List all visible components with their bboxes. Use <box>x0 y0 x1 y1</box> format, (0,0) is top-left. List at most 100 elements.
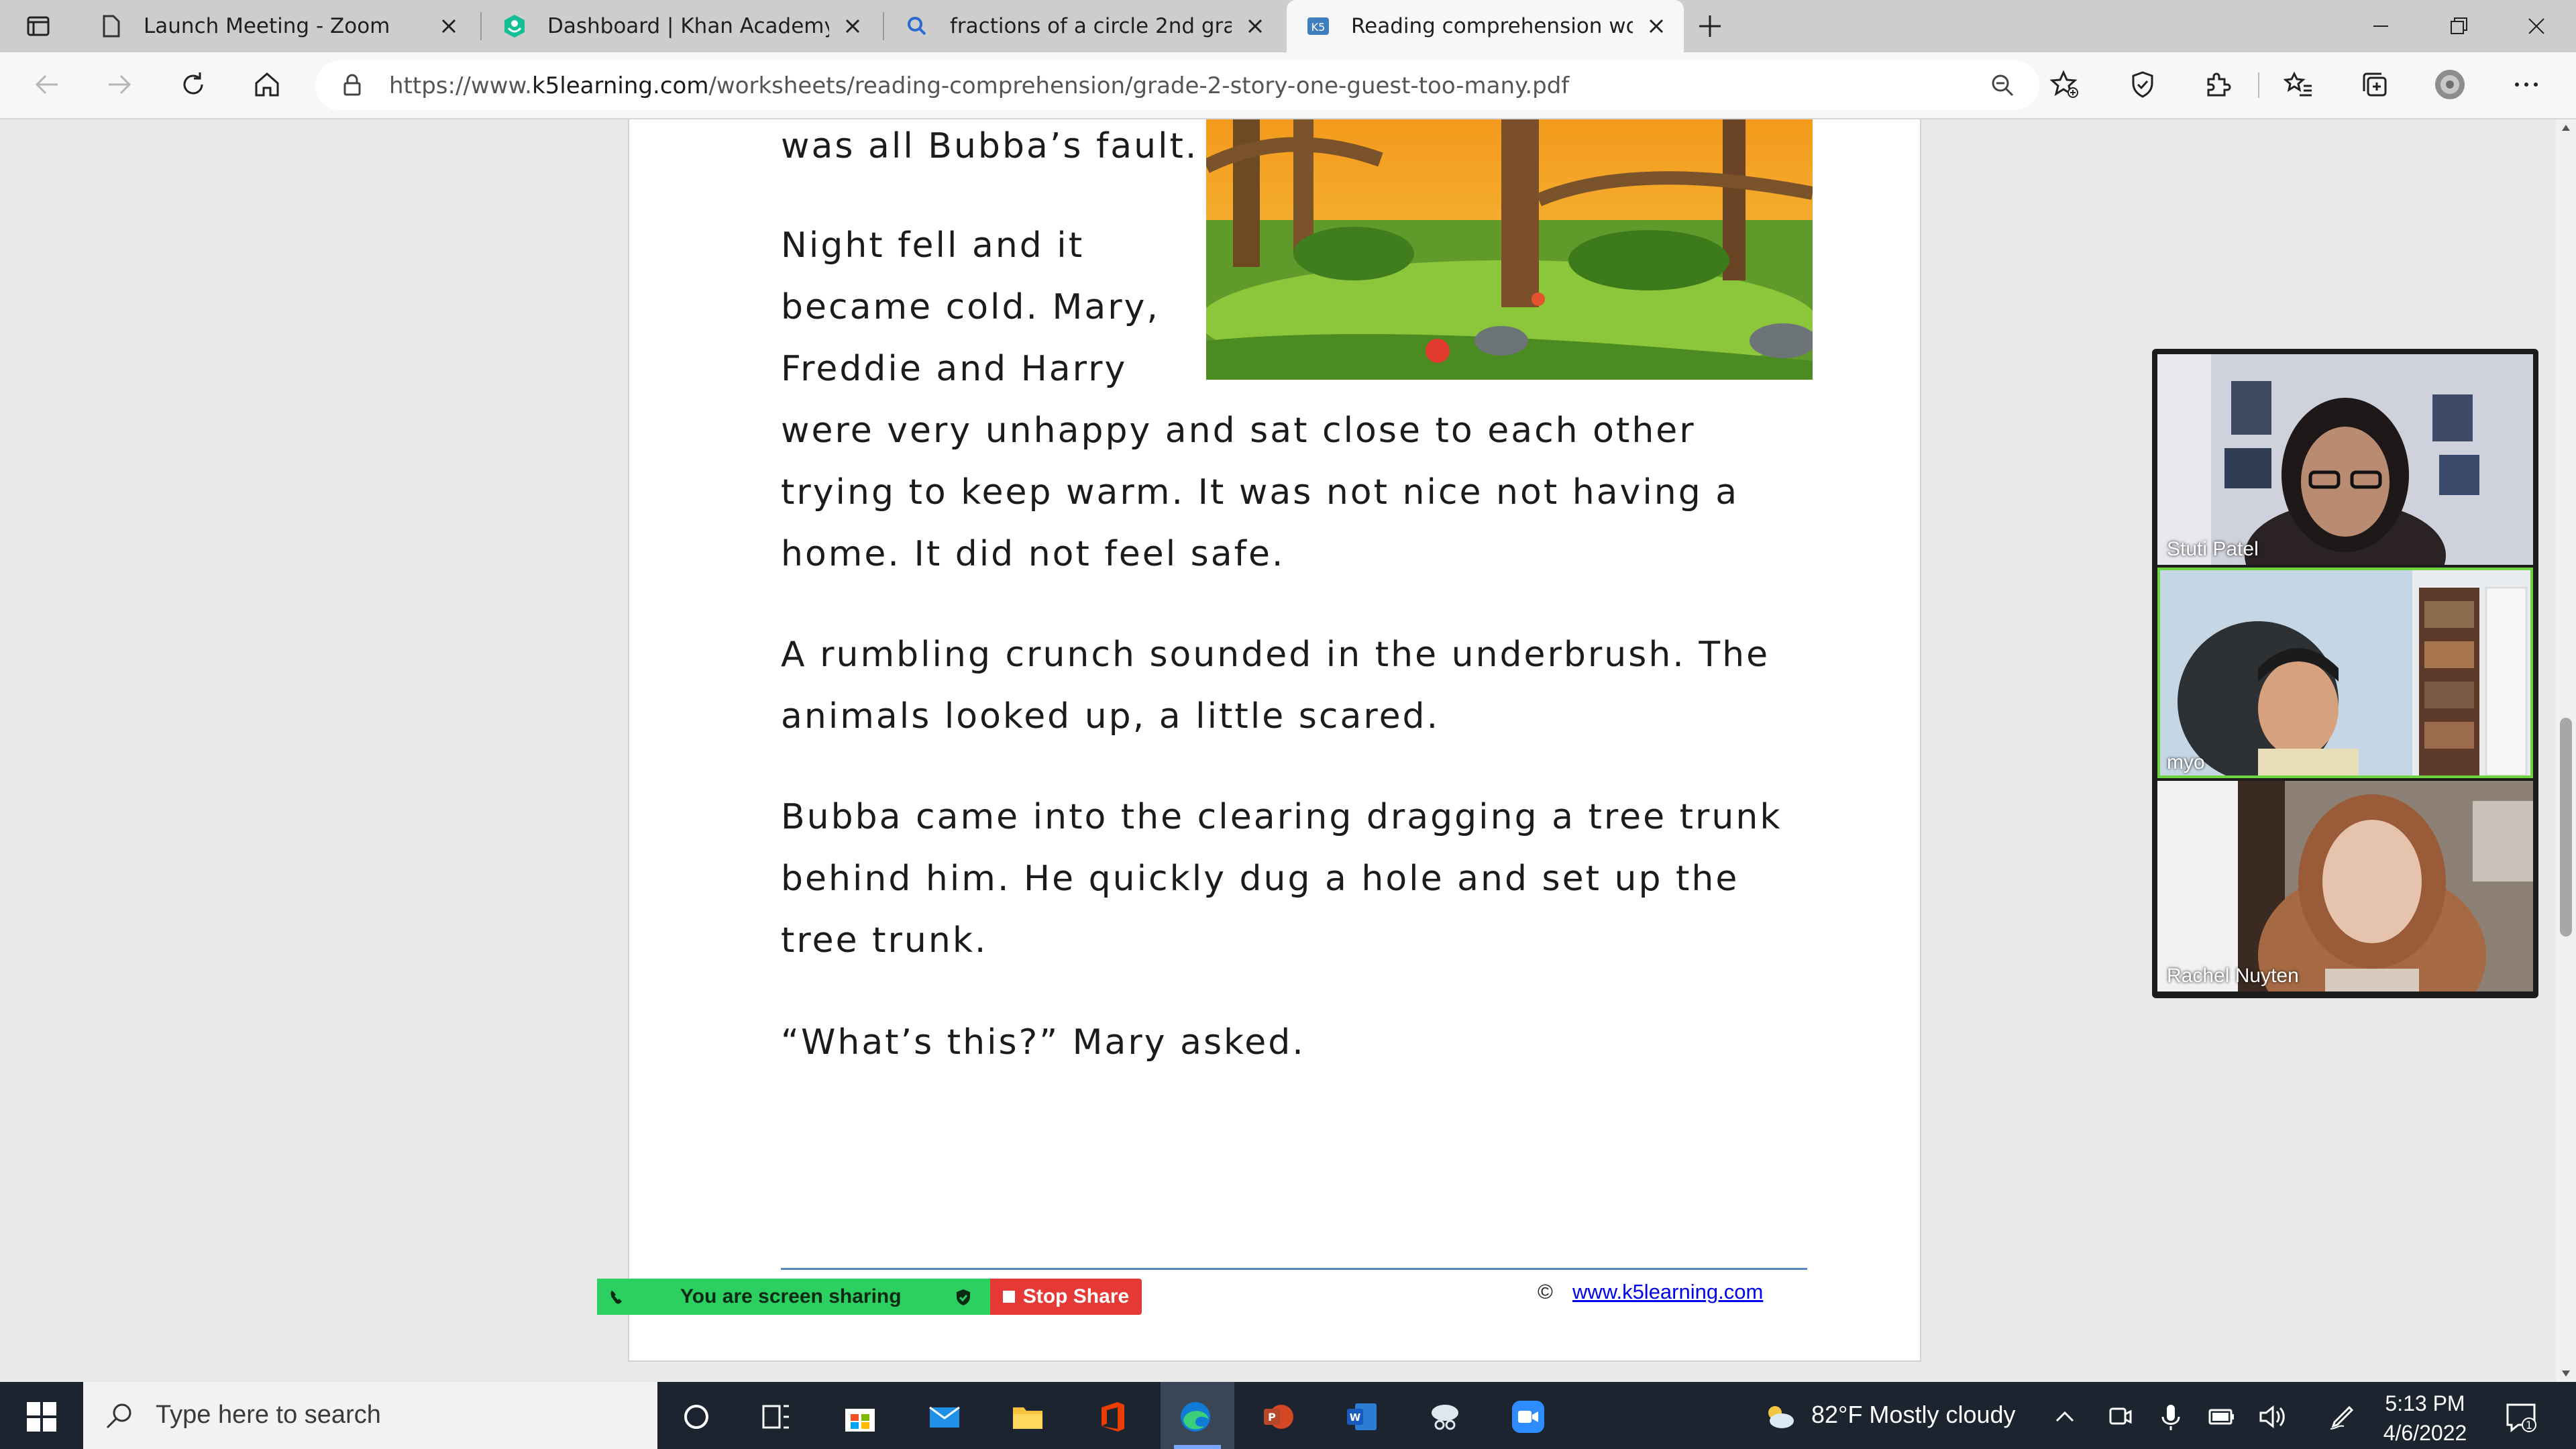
story-paragraph-1: Night fell and it became cold. Mary, Fre… <box>781 215 1739 585</box>
khan-academy-icon <box>504 15 525 38</box>
participant-name: Rachel Nuyten <box>2167 965 2299 987</box>
tab-title: Dashboard | Khan Academy <box>547 14 829 38</box>
copyright-symbol: © <box>1538 1280 1553 1303</box>
story-paragraph-4: “What’s this?” Mary asked. <box>781 1012 1305 1073</box>
screen-sharing-status[interactable]: You are screen sharing <box>597 1279 990 1315</box>
taskbar-search-box[interactable]: Type here to search <box>83 1382 657 1449</box>
video-tile-stuti-patel[interactable]: Stuti Patel <box>2157 354 2533 565</box>
participant-video <box>2157 354 2533 565</box>
url-prefix: https://www. <box>389 72 532 99</box>
weather-text[interactable]: 82°F Mostly cloudy <box>1811 1401 2016 1429</box>
security-shield-icon <box>957 1289 970 1305</box>
tab-reading-comprehension[interactable]: K5 Reading comprehension workshe <box>1287 0 1684 52</box>
story-line: behind him. He quickly dug a hole and se… <box>781 859 1739 899</box>
extensions-icon[interactable] <box>2202 68 2234 101</box>
address-bar[interactable]: https://www.k5learning.com/worksheets/re… <box>315 60 2039 110</box>
favorites-icon[interactable] <box>2284 68 2316 101</box>
story-line: were very unhappy and sat close to each … <box>781 411 1696 451</box>
close-icon[interactable] <box>1644 13 1669 39</box>
add-favorite-icon[interactable] <box>2049 68 2081 101</box>
scroll-up-icon[interactable] <box>2561 123 2571 131</box>
browser-toolbar: https://www.k5learning.com/worksheets/re… <box>0 52 2576 119</box>
microsoft-store-icon[interactable] <box>843 1399 877 1434</box>
volume-icon[interactable] <box>2255 1399 2290 1434</box>
search-placeholder: Type here to search <box>156 1401 381 1429</box>
tab-khan-academy[interactable]: Dashboard | Khan Academy <box>483 0 880 52</box>
pen-workspace-icon[interactable] <box>2325 1399 2360 1434</box>
mail-icon[interactable] <box>927 1399 962 1434</box>
home-icon[interactable] <box>251 68 283 101</box>
snipping-tool-icon[interactable] <box>1428 1399 1462 1434</box>
zoom-out-icon[interactable] <box>1988 71 2017 99</box>
chevron-up-icon[interactable] <box>2047 1399 2082 1434</box>
tab-separator <box>480 12 482 40</box>
pdf-viewport: was all Bubba’s fault. Night fell and it… <box>0 119 2576 1382</box>
zoom-video-gallery[interactable]: Stuti Patel myo Rachel Nuyten <box>2152 349 2538 998</box>
restore-icon[interactable] <box>2446 13 2471 39</box>
story-line: Night fell and it <box>781 225 1085 266</box>
zoom-app-icon[interactable] <box>1511 1399 1546 1434</box>
word-icon[interactable]: W <box>1344 1399 1379 1434</box>
camera-privacy-icon[interactable] <box>2102 1399 2137 1434</box>
file-explorer-icon[interactable] <box>1010 1399 1045 1434</box>
minimize-icon[interactable] <box>2368 13 2394 39</box>
powerpoint-icon[interactable]: P <box>1261 1399 1296 1434</box>
video-tile-myo[interactable]: myo <box>2157 568 2533 778</box>
close-icon[interactable] <box>436 13 462 39</box>
zoom-share-toolbar: You are screen sharing Stop Share <box>597 1279 1142 1315</box>
close-icon[interactable] <box>1242 13 1268 39</box>
story-paragraph-2: A rumbling crunch sounded in the underbr… <box>781 624 1770 747</box>
windows-taskbar: Type here to search P W 82°F Mostly clou… <box>0 1382 2576 1449</box>
story-line: Bubba came into the clearing dragging a … <box>781 797 1782 837</box>
notification-icon[interactable]: 1 <box>2504 1399 2538 1434</box>
scroll-thumb[interactable] <box>2560 718 2572 936</box>
drag-handle-icon[interactable] <box>608 1288 625 1305</box>
video-tile-rachel-nuyten[interactable]: Rachel Nuyten <box>2157 781 2533 991</box>
story-line: trying to keep warm. It was not nice not… <box>781 472 1739 513</box>
system-clock[interactable]: 5:13 PM 4/6/2022 <box>2375 1389 2475 1448</box>
story-text-top: was all Bubba’s fault. <box>781 115 1198 177</box>
search-icon <box>908 17 926 36</box>
tab-fractions-search[interactable]: fractions of a circle 2nd grade m <box>885 0 1283 52</box>
forward-icon[interactable] <box>103 68 136 101</box>
collections-icon[interactable] <box>2359 68 2391 101</box>
more-icon[interactable] <box>2510 68 2542 101</box>
story-line: animals looked up, a little scared. <box>781 696 1440 737</box>
close-window-icon[interactable] <box>2524 13 2549 39</box>
story-line: was all Bubba’s fault. <box>781 126 1199 166</box>
microphone-icon[interactable] <box>2153 1399 2188 1434</box>
task-view-icon[interactable] <box>759 1399 794 1434</box>
vertical-scrollbar[interactable] <box>2556 119 2576 1382</box>
story-line: became cold. Mary, <box>781 287 1160 327</box>
story-line: tree trunk. <box>781 920 988 961</box>
svg-text:K5: K5 <box>1311 21 1326 34</box>
search-icon <box>106 1403 131 1429</box>
scroll-down-icon[interactable] <box>2561 1370 2571 1378</box>
url-domain: k5learning.com <box>531 72 709 99</box>
office-icon[interactable] <box>1095 1399 1130 1434</box>
notification-count: 1 <box>2526 1419 2532 1432</box>
tab-actions-icon[interactable] <box>25 13 51 39</box>
edge-browser-icon[interactable] <box>1178 1399 1213 1434</box>
svg-text:P: P <box>1268 1411 1276 1424</box>
tab-title: Reading comprehension workshe <box>1351 14 1633 38</box>
refresh-icon[interactable] <box>177 68 209 101</box>
footer-divider <box>781 1268 1807 1270</box>
participant-name: myo <box>2167 751 2205 773</box>
profile-avatar-icon[interactable] <box>2434 68 2466 101</box>
cortana-icon[interactable] <box>679 1399 714 1434</box>
back-icon[interactable] <box>31 68 63 101</box>
lock-icon[interactable] <box>339 72 365 98</box>
stop-share-button[interactable]: Stop Share <box>990 1279 1142 1315</box>
story-line: “What’s this?” Mary asked. <box>781 1022 1305 1063</box>
tab-launch-meeting-zoom[interactable]: Launch Meeting - Zoom <box>79 0 476 52</box>
battery-icon[interactable] <box>2204 1399 2239 1434</box>
toolbar-separator <box>2258 72 2259 98</box>
k5learning-link[interactable]: www.k5learning.com <box>1572 1280 1763 1304</box>
shield-icon[interactable] <box>2127 68 2159 101</box>
windows-start-icon[interactable] <box>24 1399 59 1434</box>
new-tab-icon[interactable] <box>1696 12 1724 40</box>
tab-strip: Launch Meeting - Zoom Dashboard | Khan A… <box>0 0 2576 52</box>
close-icon[interactable] <box>840 13 865 39</box>
clock-time: 5:13 PM <box>2385 1391 2465 1415</box>
